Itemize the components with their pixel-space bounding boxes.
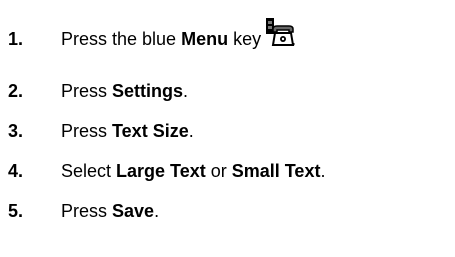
step-1: 1. Press the blue Menu key .	[8, 18, 296, 53]
step-text: key	[228, 29, 262, 49]
step-text: Select	[61, 161, 117, 181]
save-key-label: Save	[112, 201, 155, 221]
step-number: 1.	[8, 29, 24, 49]
step-4: 4. Select Large Text or Small Text.	[8, 156, 325, 186]
step-3: 3. Press Text Size.	[8, 116, 194, 146]
step-2: 2. Press Settings.	[8, 76, 188, 106]
menu-key-label: Menu	[181, 29, 229, 49]
step-number: 3.	[8, 121, 24, 141]
step-number: 2.	[8, 81, 24, 101]
step-text: Press	[61, 81, 113, 101]
small-text-option-label: Small Text	[231, 161, 321, 181]
desk-phone-icon	[265, 18, 295, 49]
step-text: .	[320, 161, 326, 181]
text-size-key-label: Text Size	[112, 121, 189, 141]
step-number: 4.	[8, 161, 24, 181]
step-text: .	[188, 121, 194, 141]
step-text: .	[154, 201, 160, 221]
large-text-option-label: Large Text	[116, 161, 206, 181]
step-text: Press	[61, 201, 113, 221]
settings-key-label: Settings	[112, 81, 184, 101]
step-text: Press	[61, 121, 113, 141]
step-5: 5. Press Save.	[8, 196, 159, 226]
step-text: .	[183, 81, 189, 101]
step-text: or	[205, 161, 232, 181]
step-text: Press the blue	[61, 29, 182, 49]
instruction-list: 1. Press the blue Menu key . 2. Press Sett…	[0, 0, 455, 257]
step-number: 5.	[8, 201, 24, 221]
